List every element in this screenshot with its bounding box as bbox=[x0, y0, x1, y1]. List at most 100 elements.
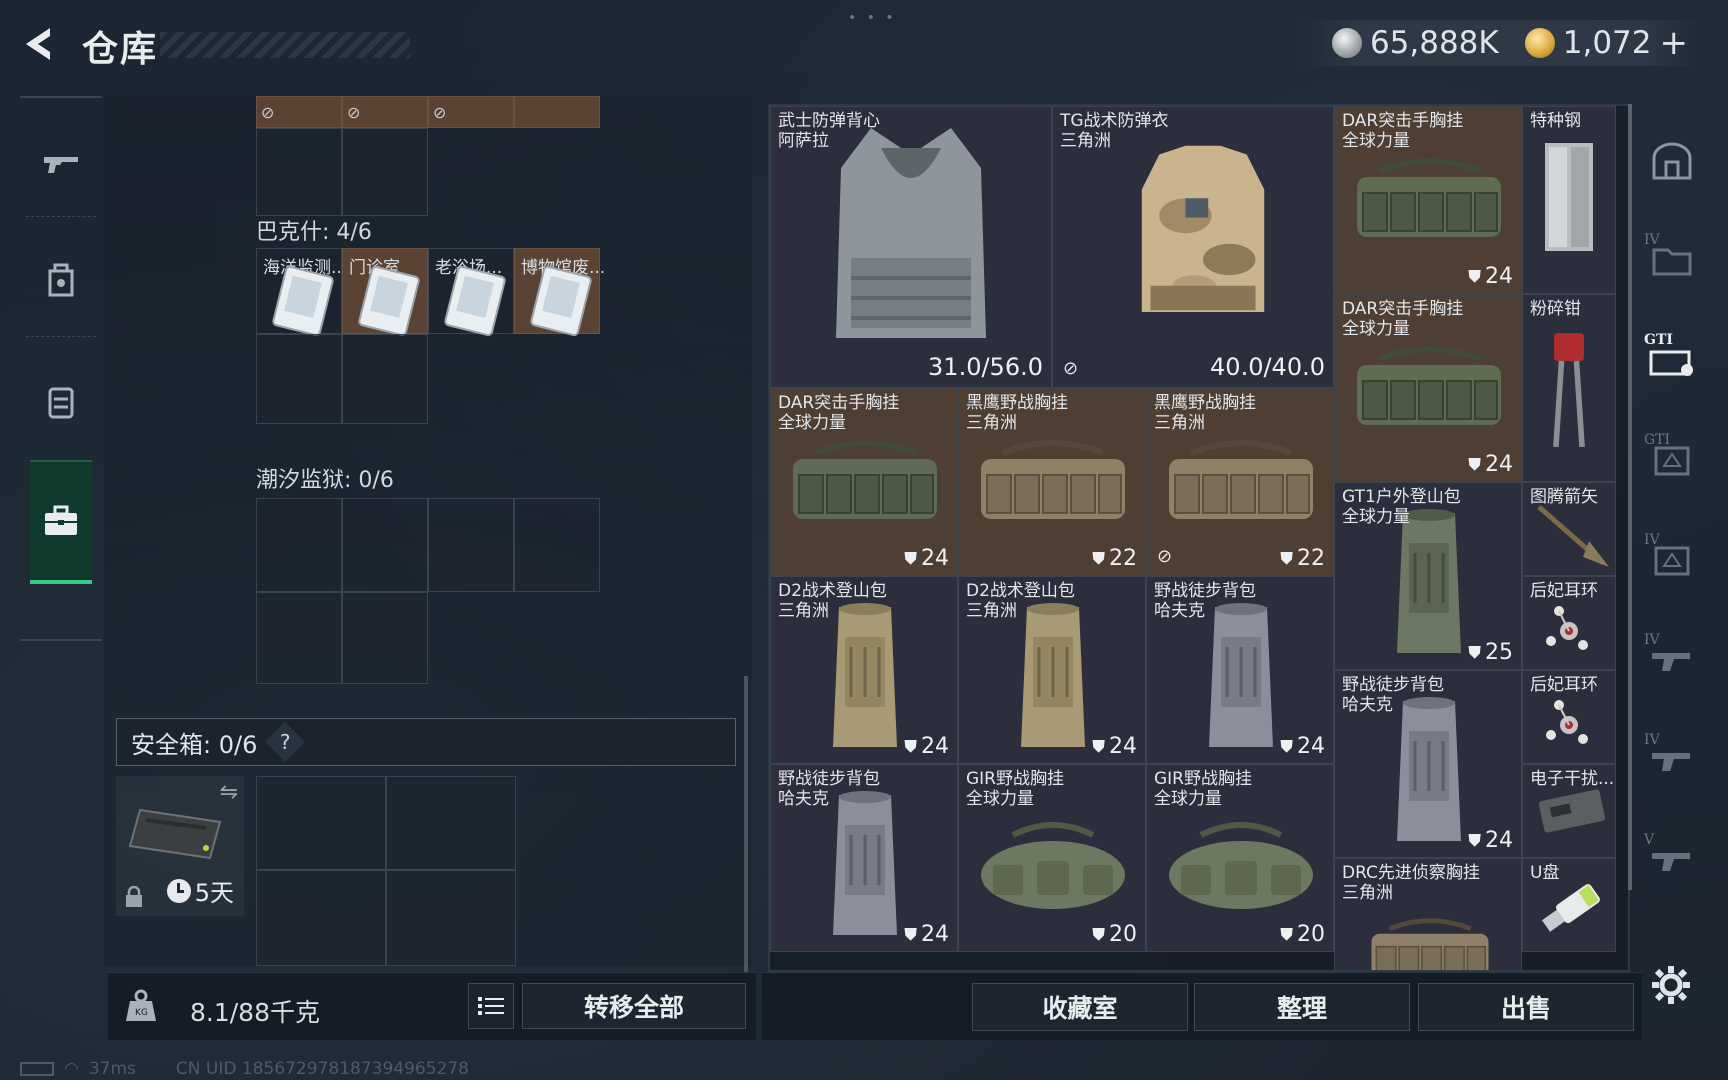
item-image bbox=[1113, 137, 1293, 347]
gun-icon bbox=[1652, 853, 1690, 871]
stash-slot[interactable]: 老浴场... bbox=[428, 248, 514, 337]
sort-button[interactable]: 整理 bbox=[1194, 983, 1410, 1031]
stash-slot-empty[interactable] bbox=[256, 592, 342, 684]
inventory-item[interactable]: DAR突击手胸挂 全球力量 ⛊ 24 bbox=[1334, 294, 1522, 482]
stash-slot[interactable]: 博物馆废... bbox=[514, 248, 605, 337]
item-name: 电子干扰... bbox=[1530, 769, 1615, 789]
help-button[interactable]: ? bbox=[265, 722, 306, 762]
inventory-item[interactable]: 电子干扰... bbox=[1522, 764, 1616, 858]
stash-slot-empty[interactable] bbox=[342, 592, 428, 684]
safebox-slot-empty[interactable] bbox=[386, 776, 516, 870]
rail-backpack-button[interactable] bbox=[20, 342, 102, 462]
inventory-item[interactable]: 野战徒步背包 哈夫克 ⛊ 24 bbox=[770, 764, 958, 952]
inventory-item[interactable]: GT1户外登山包 全球力量 ⛊ 25 bbox=[1334, 482, 1522, 670]
inventory-item[interactable]: U盘 bbox=[1522, 858, 1616, 952]
rail-case-button[interactable] bbox=[30, 460, 92, 584]
tier-label: IV bbox=[1644, 232, 1660, 248]
inventory-item[interactable]: 图腾箭矢 bbox=[1522, 482, 1616, 576]
item-image bbox=[825, 597, 905, 757]
item-subtitle: 全球力量 bbox=[1342, 131, 1410, 151]
rail-armor-button[interactable] bbox=[20, 220, 102, 340]
item-image bbox=[1541, 325, 1597, 455]
transfer-all-button[interactable]: 转移全部 bbox=[522, 983, 746, 1029]
rail-weapons-button[interactable] bbox=[20, 104, 102, 224]
collection-room-button[interactable]: 收藏室 bbox=[972, 983, 1188, 1031]
filter-tier-button[interactable]: V bbox=[1644, 832, 1698, 886]
stash-slot-empty[interactable] bbox=[428, 498, 514, 592]
safebox-slot-empty[interactable] bbox=[256, 870, 386, 966]
inventory-item[interactable]: 野战徒步背包 哈夫克 ⛊ 24 bbox=[1334, 670, 1522, 858]
swap-icon[interactable]: ⇋ bbox=[220, 780, 238, 805]
inventory-item[interactable]: DAR突击手胸挂 全球力量 ⛊ 24 bbox=[1334, 106, 1522, 294]
item-subtitle: 全球力量 bbox=[1342, 507, 1410, 527]
stash-slot-empty[interactable] bbox=[256, 498, 342, 592]
safebox-slot-empty[interactable] bbox=[256, 776, 386, 870]
item-count: ⛊ 25 bbox=[1468, 640, 1513, 665]
safe-box-header: 安全箱: 0/6 ? bbox=[116, 718, 736, 766]
stash-slot-empty[interactable] bbox=[342, 128, 428, 216]
item-subtitle: 三角洲 bbox=[966, 601, 1017, 621]
settings-gear-icon[interactable] bbox=[1650, 964, 1692, 1006]
briefcase-icon bbox=[45, 505, 77, 535]
drag-handle[interactable]: • • • bbox=[848, 10, 897, 26]
inventory-item[interactable]: 黑鹰野战胸挂 三角洲 ⛊ 22 bbox=[958, 388, 1146, 576]
safebox-slot-empty[interactable] bbox=[386, 870, 516, 966]
stash-slot[interactable]: ⊘ bbox=[428, 96, 514, 128]
filter-tier-button[interactable]: IV bbox=[1644, 532, 1698, 586]
stash-slot-empty[interactable] bbox=[342, 334, 428, 424]
inventory-item[interactable]: 黑鹰野战胸挂 三角洲 ⛊ 22 ⊘ bbox=[1146, 388, 1334, 576]
stash-slot[interactable]: ⊘ bbox=[256, 96, 342, 128]
stash-slot[interactable] bbox=[514, 96, 600, 128]
stash-slot-empty[interactable] bbox=[342, 498, 428, 592]
safe-box-item[interactable]: ⇋ 5天 bbox=[116, 776, 244, 916]
broken-icon: ⊘ bbox=[1157, 546, 1173, 567]
inventory-item[interactable]: D2战术登山包 三角洲 ⛊ 24 bbox=[770, 576, 958, 764]
inventory-item[interactable]: 粉碎钳 bbox=[1522, 294, 1616, 482]
right-filter-rail: IV GTI GTI IV IV IV V bbox=[1636, 104, 1710, 964]
stash-slot-empty[interactable] bbox=[256, 128, 342, 216]
inventory-item[interactable]: 特种钢 bbox=[1522, 106, 1616, 294]
inventory-item[interactable]: 后妃耳环 bbox=[1522, 576, 1616, 670]
inventory-item[interactable]: D2战术登山包 三角洲 ⛊ 24 bbox=[958, 576, 1146, 764]
filter-tier-button[interactable]: IV bbox=[1644, 732, 1698, 786]
stash-slot[interactable]: ⊘ bbox=[342, 96, 428, 128]
item-subtitle: 三角洲 bbox=[1060, 131, 1111, 151]
inventory-item[interactable]: GIR野战胸挂 全球力量 ⛊ 20 bbox=[958, 764, 1146, 952]
broken-icon: ⊘ bbox=[347, 103, 361, 122]
sell-button[interactable]: 出售 bbox=[1418, 983, 1634, 1031]
inventory-item[interactable]: DRC先进侦察胸挂 三角洲 bbox=[1334, 858, 1522, 970]
item-subtitle: 全球力量 bbox=[966, 789, 1034, 809]
item-name: 图腾箭矢 bbox=[1530, 487, 1598, 507]
back-button[interactable] bbox=[18, 22, 62, 66]
item-count: ⛊ 20 bbox=[1280, 922, 1325, 947]
gun-icon bbox=[44, 157, 78, 173]
item-image bbox=[825, 785, 905, 945]
item-subtitle: 三角洲 bbox=[778, 601, 829, 621]
stash-slot[interactable]: 海洋监测... bbox=[256, 248, 347, 337]
clock-icon bbox=[166, 878, 191, 903]
filter-tier-button[interactable]: IV bbox=[1644, 232, 1698, 286]
add-currency-button[interactable]: + bbox=[1660, 23, 1689, 63]
inventory-item[interactable]: TG战术防弹衣 三角洲 40.0/40.0 ⊘ bbox=[1052, 106, 1334, 388]
stash-slot[interactable]: 门诊室 bbox=[342, 248, 428, 337]
inventory-item[interactable]: GIR野战胸挂 全球力量 ⛊ 20 bbox=[1146, 764, 1334, 952]
inventory-item[interactable]: DAR突击手胸挂 全球力量 ⛊ 24 bbox=[770, 388, 958, 576]
stash-scrollbar[interactable] bbox=[744, 676, 748, 972]
filter-safe-button[interactable] bbox=[1646, 134, 1698, 186]
inventory-item[interactable]: 后妃耳环 bbox=[1522, 670, 1616, 764]
inventory-item[interactable]: 野战徒步背包 哈夫克 ⛊ 24 bbox=[1146, 576, 1334, 764]
filter-tier-button[interactable]: GTI bbox=[1644, 432, 1698, 486]
tier-label: IV bbox=[1644, 632, 1660, 648]
stash-slot-empty[interactable] bbox=[256, 334, 342, 424]
filter-tier-button[interactable]: IV bbox=[1644, 632, 1698, 686]
inventory-scrollbar[interactable] bbox=[1628, 104, 1632, 890]
item-count: ⛊ 24 bbox=[904, 734, 949, 759]
ping-text: 37ms bbox=[88, 1059, 136, 1079]
inventory-item[interactable]: 武士防弹背心 阿萨拉 31.0/56.0 bbox=[770, 106, 1052, 388]
silver-amount: 65,888K bbox=[1369, 25, 1499, 61]
item-subtitle: 哈夫克 bbox=[778, 789, 829, 809]
filter-gti-button[interactable]: GTI bbox=[1644, 332, 1698, 386]
stash-slot-empty[interactable] bbox=[514, 498, 600, 592]
list-view-button[interactable] bbox=[468, 983, 514, 1029]
currency-display: 65,888K 1,072 + bbox=[1301, 20, 1702, 66]
